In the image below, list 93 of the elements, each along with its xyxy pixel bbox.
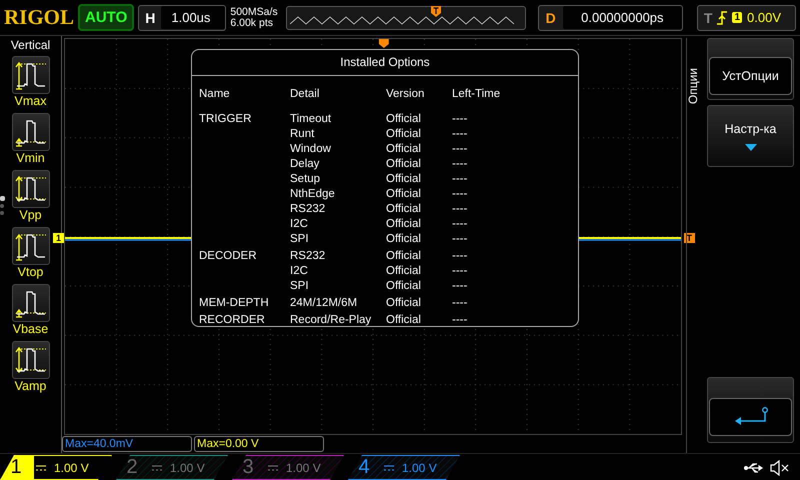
table-cell: RS232 (290, 203, 326, 215)
table-cell: ---- (452, 265, 468, 277)
table-cell: Official (386, 265, 421, 277)
table-cell: I2C (290, 265, 308, 277)
table-cell: Official (386, 188, 421, 200)
table-cell: Official (386, 297, 421, 309)
column-header: Detail (290, 88, 386, 112)
measurement-readout: Max=40.0mV (62, 436, 192, 452)
measurement-label: Vpp (19, 208, 42, 223)
trigger-level-marker[interactable]: T (684, 233, 695, 243)
trigger-position-icon (430, 6, 441, 16)
table-cell: Official (386, 203, 421, 215)
table-cell: Delay (290, 158, 320, 170)
column-header: Name (199, 88, 231, 102)
table-cell: ---- (452, 188, 468, 200)
back-button[interactable] (707, 377, 794, 443)
table-cell: Official (386, 113, 421, 125)
table-cell: Official (386, 280, 421, 292)
logo: RIGOL (4, 5, 74, 30)
table-cell: Official (386, 250, 421, 262)
table-cell: NthEdge (290, 188, 335, 200)
measurement-button[interactable] (12, 170, 50, 208)
table-cell: SPI (290, 233, 309, 245)
menu-button[interactable]: Настр-ка (707, 105, 794, 167)
measurement-label: Vtop (18, 265, 44, 280)
column-header: Version (386, 88, 426, 102)
table-cell: Official (386, 128, 421, 140)
table-cell: Official (386, 218, 421, 230)
measurement-label: Vmax (14, 94, 46, 109)
dc-coupling-icon (152, 464, 162, 470)
delay-display[interactable]: D 0.00000000ps (538, 4, 683, 30)
measurement-readout: Max=0.00 V (194, 436, 324, 452)
menu-button[interactable]: УстОпции (707, 38, 794, 100)
table-cell: ---- (452, 203, 468, 215)
table-cell: I2C (290, 218, 308, 230)
menu-title: Опции (686, 68, 700, 104)
table-cell: ---- (452, 143, 468, 155)
table-cell: ---- (452, 233, 468, 245)
measurement-button[interactable] (12, 341, 50, 379)
column-header: Left-Time (452, 88, 500, 102)
rising-edge-icon (717, 10, 728, 24)
measurement-button[interactable] (12, 113, 50, 151)
usb-icon (744, 462, 764, 472)
table-cell: ---- (452, 158, 468, 170)
table-cell: Official (386, 158, 421, 170)
channel-marker[interactable]: 1 (53, 233, 64, 243)
measurement-label: Vbase (12, 322, 48, 337)
table-cell: ---- (452, 314, 468, 326)
horizontal-scale[interactable]: H 1.00us (138, 4, 226, 30)
memory-overview-bar[interactable] (286, 6, 526, 30)
dc-coupling-icon (384, 464, 394, 470)
sample-rate: 500MSa/s (230, 6, 278, 18)
table-cell: ---- (452, 250, 468, 262)
memory-depth: 6.00k pts (230, 18, 274, 28)
measurement-label: Vamp (14, 379, 46, 394)
table-cell: RECORDER (199, 314, 265, 326)
table-cell: Official (386, 143, 421, 155)
sidebar-title: Vertical (10, 38, 50, 52)
caret-icon (744, 144, 756, 150)
measurement-label: Vmin (16, 151, 45, 166)
table-cell: ---- (452, 113, 468, 125)
table-cell: SPI (290, 280, 309, 292)
table-cell: Record/Re-Play (290, 314, 372, 326)
table-cell: RS232 (290, 250, 326, 262)
table-cell: Official (386, 233, 421, 245)
table-cell: MEM-DEPTH (199, 297, 269, 309)
table-cell: DECODER (199, 250, 257, 262)
table-cell: 24M/12M/6M (290, 297, 358, 309)
table-cell: Runt (290, 128, 314, 140)
table-cell: ---- (452, 173, 468, 185)
dialog-title: Installed Options (192, 50, 578, 76)
dc-coupling-icon (268, 464, 278, 470)
run-status[interactable]: AUTO (78, 4, 134, 31)
table-cell: ---- (452, 297, 468, 309)
trigger-display[interactable]: T 1 0.00V (696, 4, 796, 30)
measurement-button[interactable] (12, 284, 50, 322)
table-cell: Official (386, 173, 421, 185)
channel-tab[interactable]: 4 1.00 V (348, 455, 460, 480)
table-cell: TRIGGER (199, 113, 252, 125)
table-cell: ---- (452, 128, 468, 140)
measurement-button[interactable] (12, 227, 50, 265)
measurement-button[interactable] (12, 56, 50, 94)
table-cell: Official (386, 314, 421, 326)
mute-icon (770, 460, 790, 476)
table-cell: Window (290, 143, 331, 155)
dc-coupling-icon (36, 464, 46, 470)
table-cell: Setup (290, 173, 320, 185)
table-cell: ---- (452, 280, 468, 292)
channel-tab[interactable]: 1 1.00 V (0, 455, 112, 480)
channel-tab[interactable]: 3 1.00 V (232, 455, 344, 480)
table-cell: Timeout (290, 113, 332, 125)
table-cell: ---- (452, 218, 468, 230)
channel-tab[interactable]: 2 1.00 V (116, 455, 228, 480)
